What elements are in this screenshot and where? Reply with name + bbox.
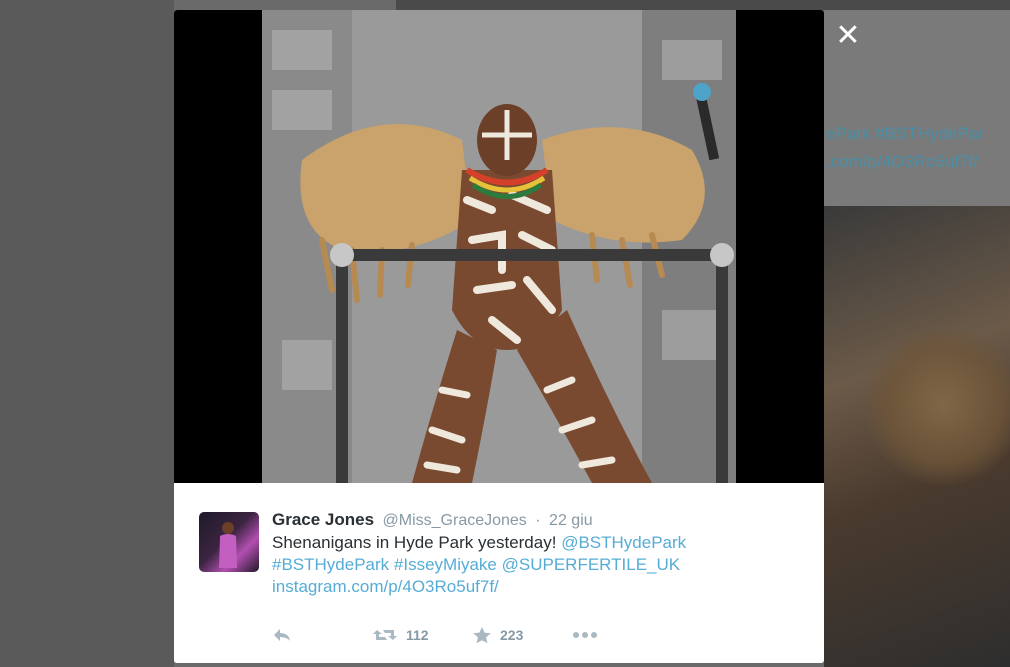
backdrop-text-line-1: ePark #BSTHydePar: [826, 124, 984, 143]
tweet-header: Grace Jones @Miss_GraceJones · 22 giu: [272, 510, 593, 530]
author-handle[interactable]: @Miss_GraceJones: [383, 512, 527, 529]
avatar-figure: [219, 522, 237, 568]
backdrop-photo: [824, 206, 1010, 667]
reply-icon: [274, 629, 290, 641]
retweet-button[interactable]: 112: [372, 623, 429, 647]
mention-link[interactable]: @SUPERFERTILE_UK: [502, 555, 681, 574]
hashtag-link[interactable]: #IsseyMiyake: [394, 555, 497, 574]
backdrop-top-photo: [396, 0, 1010, 10]
tweet-actions: 112 223: [272, 623, 632, 647]
author-name[interactable]: Grace Jones: [272, 510, 374, 529]
favorite-button[interactable]: 223: [472, 623, 523, 647]
backdrop-tweet-text: ePark #BSTHydePar .com/p/4O3Ro5uf7f/: [826, 120, 1010, 176]
tweet-text-plain: Shenanigans in Hyde Park yesterday!: [272, 533, 557, 552]
retweet-icon: [373, 630, 397, 640]
header-separator: ·: [535, 512, 541, 529]
media-frame[interactable]: [174, 10, 824, 483]
url-link[interactable]: instagram.com/p/4O3Ro5uf7f/: [272, 577, 499, 596]
tweet-card: Grace Jones @Miss_GraceJones · 22 giu Sh…: [174, 483, 824, 663]
mention-link[interactable]: @BSTHydePark: [561, 533, 686, 552]
hashtag-link[interactable]: #BSTHydePark: [272, 555, 389, 574]
reply-button[interactable]: [272, 623, 292, 647]
star-icon: [473, 627, 491, 644]
retweet-count: 112: [406, 627, 429, 643]
performer-illustration: [262, 10, 736, 483]
backdrop-photo-detail: [864, 326, 1010, 486]
backdrop-left-panel: [0, 0, 174, 667]
close-button[interactable]: ✕: [834, 21, 862, 51]
tweet-date[interactable]: 22 giu: [549, 512, 593, 529]
backdrop-text-line-2: .com/p/4O3Ro5uf7f/: [826, 152, 979, 171]
favorite-count: 223: [500, 627, 524, 643]
avatar[interactable]: [199, 512, 259, 572]
media-modal: Grace Jones @Miss_GraceJones · 22 giu Sh…: [174, 10, 824, 663]
more-dots-icon: [573, 632, 597, 638]
tweet-photo[interactable]: [262, 10, 736, 483]
tweet-text: Shenanigans in Hyde Park yesterday! @BST…: [272, 532, 712, 598]
more-button[interactable]: [572, 623, 598, 647]
